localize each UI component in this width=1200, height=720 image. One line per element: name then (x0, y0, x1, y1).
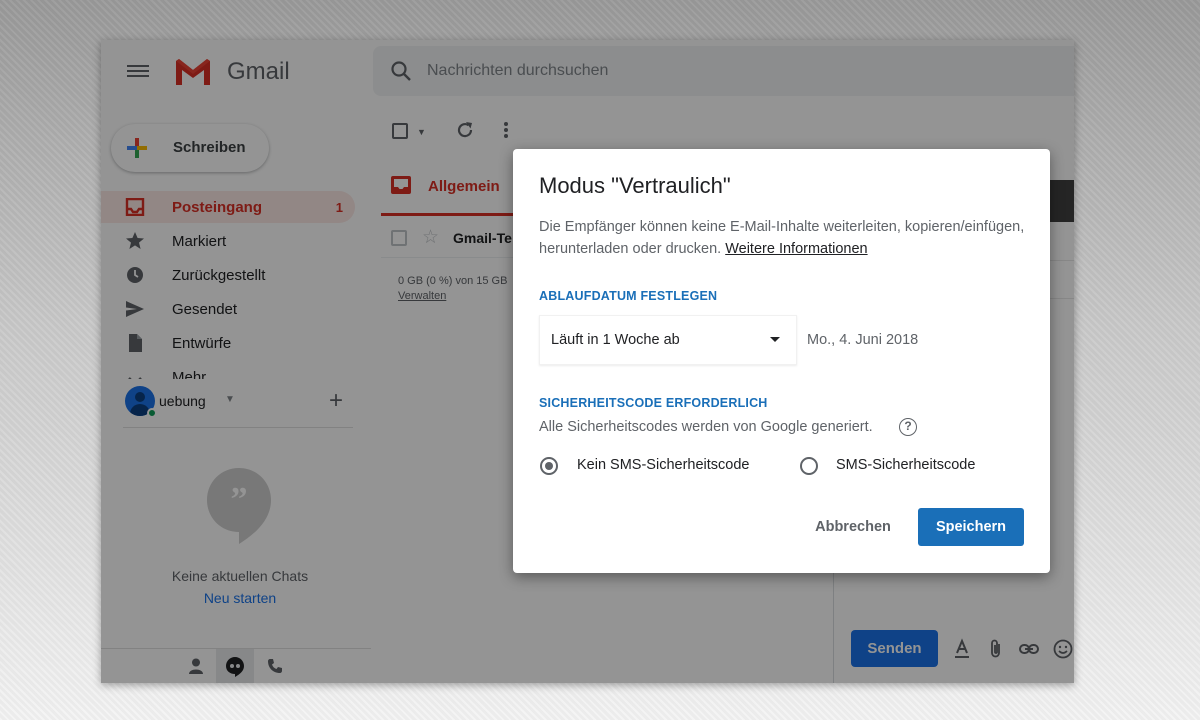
expiry-select[interactable]: Läuft in 1 Woche ab (539, 315, 797, 365)
save-button[interactable]: Speichern (918, 508, 1024, 546)
expiry-heading: ABLAUFDATUM FESTLEGEN (539, 289, 718, 303)
no-sms-label[interactable]: Kein SMS-Sicherheitscode (577, 457, 749, 473)
no-sms-radio[interactable] (540, 457, 558, 475)
cancel-button[interactable]: Abbrechen (801, 509, 905, 545)
learn-more-link[interactable]: Weitere Informationen (725, 241, 867, 257)
expiry-date: Mo., 4. Juni 2018 (807, 332, 919, 348)
dropdown-caret-icon (770, 337, 780, 342)
dialog-title: Modus "Vertraulich" (539, 173, 731, 198)
passcode-heading: SICHERHEITSCODE ERFORDERLICH (539, 396, 768, 410)
sms-label[interactable]: SMS-Sicherheitscode (836, 457, 975, 473)
passcode-description: Alle Sicherheitscodes werden von Google … (539, 419, 873, 435)
confidential-mode-dialog: Modus "Vertraulich" Die Empfänger können… (513, 149, 1050, 573)
expiry-value: Läuft in 1 Woche ab (551, 332, 680, 348)
dialog-description: Die Empfänger können keine E-Mail-Inhalt… (539, 216, 1039, 260)
sms-radio[interactable] (800, 457, 818, 475)
help-icon[interactable]: ? (899, 418, 917, 436)
